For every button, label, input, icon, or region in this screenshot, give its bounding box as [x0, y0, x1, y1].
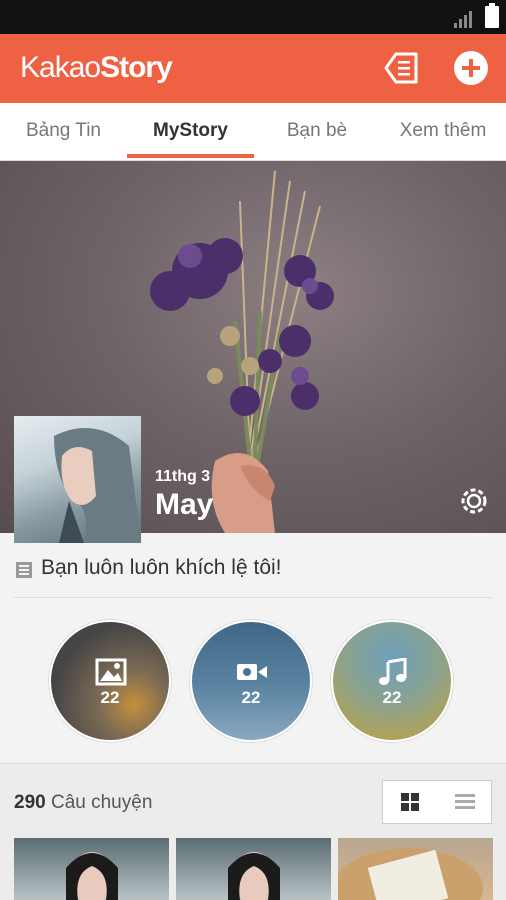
- video-icon: [237, 664, 267, 680]
- profile-picture[interactable]: [14, 416, 141, 543]
- tab-news-feed[interactable]: Bảng Tin: [0, 103, 127, 161]
- music-count: 22: [382, 688, 402, 707]
- status-bar: [0, 0, 506, 34]
- tab-bar: Bảng Tin MyStory Bạn bè Xem thêm: [0, 103, 506, 161]
- tab-mystory[interactable]: MyStory: [127, 103, 254, 161]
- photo-icon: [95, 658, 127, 686]
- music-icon: [379, 658, 407, 685]
- tab-more[interactable]: Xem thêm: [380, 103, 506, 161]
- birthday-date: 11thg 3: [155, 468, 211, 485]
- story-thumbnail-image: [66, 852, 118, 900]
- app-logo: KakaoStory: [20, 51, 173, 84]
- music-album-circle[interactable]: 22: [331, 620, 453, 742]
- view-toggle: [382, 780, 492, 824]
- tab-friends[interactable]: Bạn bè: [254, 103, 380, 161]
- grid-view-button[interactable]: [383, 781, 437, 823]
- profile-portrait-image: [54, 428, 141, 543]
- signal-icon: [454, 11, 472, 28]
- profile-name[interactable]: May: [155, 488, 213, 522]
- story-count: 290 Câu chuyện: [14, 792, 153, 813]
- add-story-button[interactable]: [453, 50, 489, 86]
- photo-count: 22: [100, 688, 120, 707]
- app-bar: KakaoStory: [0, 34, 506, 103]
- video-count: 22: [241, 688, 261, 707]
- photo-album-circle[interactable]: 22: [49, 620, 171, 742]
- status-quote-icon: [16, 562, 32, 578]
- battery-icon: [485, 3, 499, 28]
- menu-button[interactable]: [378, 48, 422, 88]
- settings-gear-icon[interactable]: [457, 484, 491, 518]
- story-thumbnail-image: [338, 848, 483, 900]
- story-thumbnail[interactable]: [176, 838, 331, 900]
- story-thumbnail[interactable]: [14, 838, 169, 900]
- video-album-circle[interactable]: 22: [190, 620, 312, 742]
- story-thumbnail-image: [228, 852, 280, 900]
- list-view-button[interactable]: [438, 781, 492, 823]
- story-thumbnail[interactable]: [338, 838, 493, 900]
- status-message: Bạn luôn luôn khích lệ tôi!: [41, 556, 282, 579]
- active-tab-indicator: [127, 154, 254, 158]
- status-message-row[interactable]: Bạn luôn luôn khích lệ tôi!: [14, 552, 492, 598]
